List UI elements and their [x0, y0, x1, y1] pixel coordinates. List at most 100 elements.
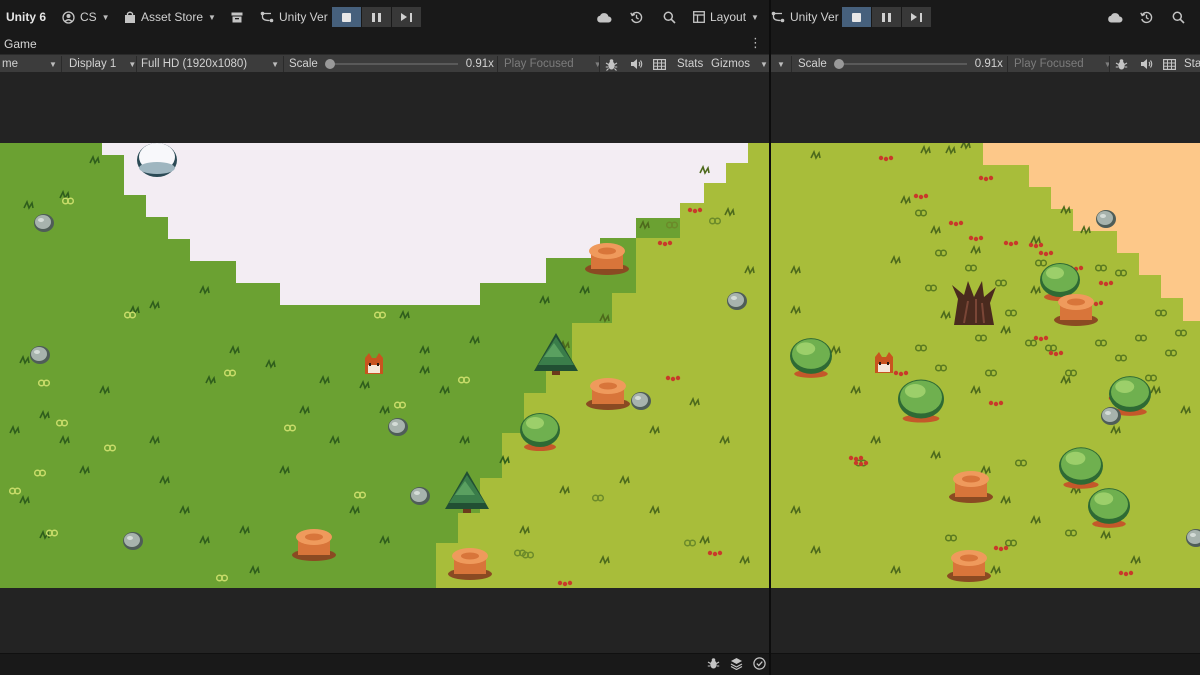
- rock: [1101, 407, 1121, 425]
- play-focus-dropdown[interactable]: Play Focused ▼: [1014, 55, 1112, 73]
- app-title: Unity 6: [6, 10, 47, 24]
- resolution-dropdown[interactable]: ▼: [777, 55, 785, 73]
- tab-game[interactable]: Game: [4, 37, 37, 51]
- layout-icon: [693, 11, 705, 23]
- scale-control: Scale 0.91x: [798, 55, 1003, 73]
- stats-label: Stats: [677, 58, 704, 70]
- step-icon: [401, 12, 412, 22]
- asset-store-label: Asset Store: [141, 10, 204, 24]
- chevron-down-icon: ▼: [759, 59, 768, 69]
- history-button[interactable]: [630, 0, 643, 34]
- tree-stump: [947, 550, 991, 582]
- chevron-down-icon: ▼: [777, 59, 785, 69]
- scale-slider[interactable]: [324, 59, 458, 69]
- game-tab-bar-right: [771, 34, 1200, 54]
- speaker-icon: [631, 59, 643, 69]
- rock: [34, 214, 54, 232]
- scale-control: Scale 0.91x: [289, 55, 494, 73]
- cloud-icon: [597, 12, 612, 22]
- gizmos-label: Gizmos: [711, 58, 750, 70]
- history-icon: [1140, 11, 1153, 23]
- scale-slider[interactable]: [833, 59, 967, 69]
- scale-value: 0.91x: [974, 58, 1003, 70]
- display-dropdown[interactable]: Display 1 ▼: [69, 55, 136, 73]
- stats-label: Sta: [1184, 58, 1200, 70]
- branch-icon: [771, 11, 785, 23]
- search-button[interactable]: [663, 0, 676, 34]
- layout-label: Layout: [710, 10, 747, 24]
- tilemap-scene-left: [0, 143, 770, 588]
- play-controls: [332, 7, 421, 27]
- layers-icon[interactable]: [730, 657, 743, 670]
- resolution-label: Full HD (1920x1080): [141, 58, 248, 70]
- bug-toggle[interactable]: [1115, 55, 1128, 73]
- bug-icon[interactable]: [707, 657, 720, 670]
- game-mode-dropdown[interactable]: me ▼: [2, 55, 57, 73]
- account-dropdown[interactable]: CS ▼: [62, 0, 110, 34]
- asset-store-button[interactable]: Asset Store ▼: [124, 0, 216, 34]
- stats-toggle[interactable]: Sta: [1184, 55, 1200, 73]
- chevron-down-icon: ▼: [101, 12, 110, 22]
- check-circle-icon[interactable]: [753, 657, 766, 670]
- toolbar-separator: [1007, 56, 1008, 72]
- cloud-button[interactable]: [1107, 0, 1123, 34]
- step-button[interactable]: [392, 7, 421, 27]
- history-button[interactable]: [1140, 0, 1153, 34]
- shortcuts-toggle[interactable]: [1163, 55, 1176, 73]
- unity-title: Unity 6: [6, 0, 46, 34]
- search-icon: [663, 11, 676, 24]
- search-button[interactable]: [1172, 0, 1185, 34]
- step-button[interactable]: [902, 7, 931, 27]
- rock: [727, 292, 747, 310]
- pause-button[interactable]: [872, 7, 901, 27]
- play-focus-dropdown[interactable]: Play Focused ▼: [504, 55, 602, 73]
- tree-stump: [292, 529, 336, 561]
- version-control-button[interactable]: Unity Ver: [260, 0, 328, 34]
- play-focus-label: Play Focused: [504, 58, 574, 70]
- main-toolbar: Unity 6 CS ▼ Asset Store ▼ Unity Ver Lay…: [0, 0, 770, 34]
- play-stop-button[interactable]: [842, 7, 871, 27]
- toolbar-separator: [283, 56, 284, 72]
- display-label: Display 1: [69, 58, 117, 70]
- cloud-button[interactable]: [596, 0, 612, 34]
- pause-button[interactable]: [362, 7, 391, 27]
- pause-icon: [372, 12, 381, 22]
- scale-slider-knob[interactable]: [833, 59, 844, 69]
- stats-toggle[interactable]: Stats: [677, 55, 703, 73]
- toolbar-separator: [136, 56, 137, 72]
- mute-audio-toggle[interactable]: [1140, 55, 1153, 73]
- version-control-button[interactable]: Unity Ver: [771, 0, 839, 34]
- shortcuts-toggle[interactable]: [653, 55, 666, 73]
- game-view-toolbar-right: ▼ Scale 0.91x Play Focused ▼ Sta: [771, 54, 1200, 73]
- rock: [30, 346, 50, 364]
- branch-icon: [260, 11, 274, 23]
- chevron-down-icon: ▼: [208, 12, 216, 22]
- grid-icon: [653, 58, 666, 70]
- kebab-menu-icon[interactable]: ⋮: [749, 35, 762, 51]
- chevron-down-icon: ▼: [48, 59, 57, 69]
- toolbar-separator: [1109, 56, 1110, 72]
- account-icon: [62, 10, 75, 24]
- bug-toggle[interactable]: [605, 55, 618, 73]
- snowball: [137, 143, 177, 177]
- game-render-right[interactable]: [771, 143, 1200, 588]
- play-controls: [842, 7, 931, 27]
- archive-button[interactable]: [231, 0, 243, 34]
- tilemap-scene-right: [771, 143, 1200, 588]
- game-render-left[interactable]: [0, 143, 770, 588]
- bag-icon: [125, 11, 135, 23]
- gizmos-dropdown[interactable]: Gizmos ▼: [711, 55, 768, 73]
- search-icon: [1172, 11, 1185, 24]
- main-toolbar-right: Unity Ver: [771, 0, 1200, 34]
- chevron-down-icon: ▼: [271, 59, 280, 69]
- mute-audio-toggle[interactable]: [630, 55, 643, 73]
- version-control-label: Unity Ver: [790, 10, 839, 24]
- play-stop-button[interactable]: [332, 7, 361, 27]
- resolution-dropdown[interactable]: Full HD (1920x1080) ▼: [141, 55, 279, 73]
- tree-stump: [448, 548, 492, 580]
- chevron-down-icon: ▼: [751, 12, 759, 22]
- toolbar-separator: [61, 56, 62, 72]
- rock: [123, 532, 143, 550]
- scale-slider-knob[interactable]: [324, 59, 335, 69]
- layout-dropdown[interactable]: Layout ▼: [693, 0, 759, 34]
